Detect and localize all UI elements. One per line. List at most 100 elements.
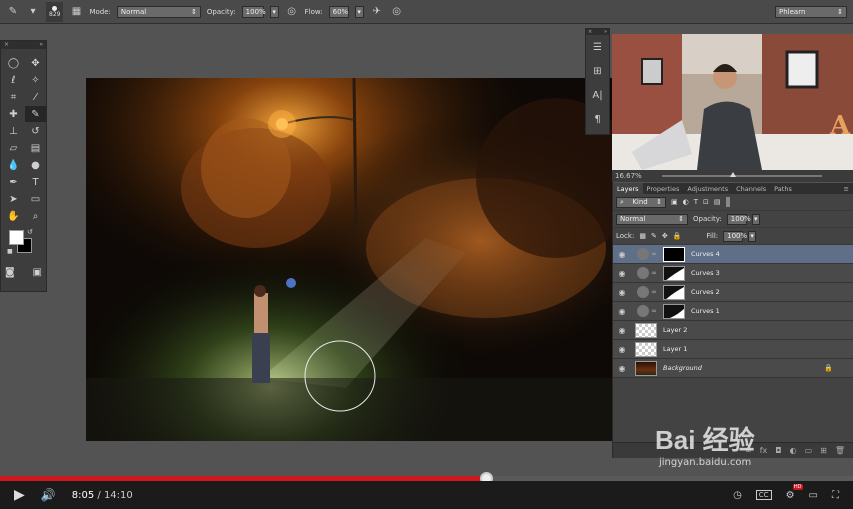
lock-image-icon[interactable]: ✎ <box>651 232 657 240</box>
eye-icon[interactable]: ◉ <box>613 364 631 373</box>
tab-paths[interactable]: Paths <box>770 183 796 194</box>
filter-shape-icon[interactable]: ⊡ <box>703 198 709 206</box>
close-icon[interactable]: × <box>4 41 9 49</box>
pen-tool-icon[interactable]: ✒ <box>3 174 24 190</box>
screen-mode-icon[interactable]: ▣ <box>33 264 42 280</box>
filter-type-icon[interactable]: T <box>694 198 698 206</box>
marquee-tool-icon[interactable]: ◯ <box>3 55 24 71</box>
opacity-dropdown[interactable]: ▾ <box>269 5 279 18</box>
layer-thumbnail[interactable] <box>635 360 657 376</box>
foreground-color-swatch[interactable] <box>9 230 24 245</box>
flow-dropdown[interactable]: ▾ <box>354 5 364 18</box>
layer-row-curves-1[interactable]: ◉ ∞ Curves 1 <box>613 302 853 321</box>
eye-icon[interactable]: ◉ <box>613 288 631 297</box>
layer-thumbnail[interactable] <box>635 322 657 338</box>
layer-opacity-dropdown[interactable]: ▾ <box>751 213 760 225</box>
layer-mask-thumbnail[interactable] <box>663 303 685 319</box>
brush-tool-icon[interactable]: ✎ <box>6 5 20 19</box>
rectangle-tool-icon[interactable]: ▭ <box>25 191 46 207</box>
blur-tool-icon[interactable]: 💧 <box>3 157 24 173</box>
chevron-down-icon[interactable]: ▾ <box>26 5 40 19</box>
link-icon[interactable]: ∞ <box>649 250 659 258</box>
eyedropper-tool-icon[interactable]: ⁄ <box>25 89 46 105</box>
pressure-size-icon[interactable]: ◎ <box>390 5 404 19</box>
layer-mask-thumbnail[interactable] <box>663 265 685 281</box>
hand-tool-icon[interactable]: ✋ <box>3 208 24 224</box>
lasso-tool-icon[interactable]: ℓ <box>3 72 24 88</box>
tab-adjustments[interactable]: Adjustments <box>683 183 732 194</box>
brush-tool-icon[interactable]: ✎ <box>25 106 46 122</box>
filter-adjustment-icon[interactable]: ◐ <box>683 198 689 206</box>
layer-mask-thumbnail[interactable] <box>663 284 685 300</box>
color-swatches[interactable]: ↺ ■ <box>7 228 46 264</box>
adjustments-panel-icon[interactable]: ☰ <box>586 35 609 59</box>
airbrush-icon[interactable]: ✈ <box>370 5 384 19</box>
flow-input[interactable]: 60% <box>328 5 349 18</box>
zoom-slider-handle[interactable] <box>729 172 736 177</box>
play-icon[interactable]: ▶ <box>14 487 25 503</box>
link-icon[interactable]: ∞ <box>649 307 659 315</box>
theater-mode-icon[interactable]: ▭ <box>809 490 818 501</box>
dodge-tool-icon[interactable]: ● <box>25 157 46 173</box>
pressure-opacity-icon[interactable]: ◎ <box>285 5 299 19</box>
layer-row-layer-1[interactable]: ◉ Layer 1 <box>613 340 853 359</box>
tab-layers[interactable]: Layers <box>613 183 643 194</box>
captions-icon[interactable]: CC <box>755 490 772 500</box>
quick-mask-icon[interactable]: ◙ <box>5 264 15 280</box>
collapse-icon[interactable]: « <box>39 41 43 49</box>
filter-toggle-icon[interactable] <box>725 197 730 207</box>
character-panel-icon[interactable]: A| <box>586 83 609 107</box>
default-colors-icon[interactable]: ■ <box>7 248 13 255</box>
path-selection-tool-icon[interactable]: ➤ <box>3 191 24 207</box>
filter-pixel-icon[interactable]: ▣ <box>671 198 678 206</box>
layer-row-background[interactable]: ◉ Background 🔒 <box>613 359 853 378</box>
tab-properties[interactable]: Properties <box>643 183 684 194</box>
filter-kind-select[interactable]: ⌕ Kind ⇕ <box>616 196 666 208</box>
close-icon[interactable]: × <box>588 29 592 35</box>
layer-thumbnail[interactable] <box>635 341 657 357</box>
history-brush-tool-icon[interactable]: ↺ <box>25 123 46 139</box>
crop-tool-icon[interactable]: ⌗ <box>3 89 24 105</box>
panel-menu-icon[interactable]: ≡ <box>840 183 853 194</box>
opacity-input[interactable]: 100% <box>241 5 266 18</box>
settings-gear-icon[interactable]: ⚙ HD <box>786 483 803 501</box>
workspace-select[interactable]: Phlearn ⇕ <box>775 6 847 18</box>
layer-row-layer-2[interactable]: ◉ Layer 2 <box>613 321 853 340</box>
lock-all-icon[interactable]: 🔒 <box>673 232 682 240</box>
eraser-tool-icon[interactable]: ▱ <box>3 140 24 156</box>
link-icon[interactable]: ∞ <box>649 288 659 296</box>
clone-stamp-tool-icon[interactable]: ⊥ <box>3 123 24 139</box>
filter-smart-object-icon[interactable]: ▤ <box>714 198 721 206</box>
tab-channels[interactable]: Channels <box>732 183 770 194</box>
layer-row-curves-3[interactable]: ◉ ∞ Curves 3 <box>613 264 853 283</box>
lock-position-icon[interactable]: ✥ <box>662 232 668 240</box>
layer-row-curves-4[interactable]: ◉ ∞ Curves 4 <box>613 245 853 264</box>
lock-transparent-icon[interactable]: ▦ <box>639 232 646 240</box>
eye-icon[interactable]: ◉ <box>613 307 631 316</box>
collapse-icon[interactable]: » <box>604 29 607 35</box>
eye-icon[interactable]: ◉ <box>613 345 631 354</box>
tools-panel-header[interactable]: × « <box>1 41 46 49</box>
gradient-tool-icon[interactable]: ▤ <box>25 140 46 156</box>
fill-dropdown[interactable]: ▾ <box>748 230 757 242</box>
layer-row-curves-2[interactable]: ◉ ∞ Curves 2 <box>613 283 853 302</box>
layer-opacity-input[interactable]: 100% <box>726 213 751 225</box>
fill-input[interactable]: 100% <box>723 230 747 242</box>
move-tool-icon[interactable]: ✥ <box>25 55 46 71</box>
zoom-tool-icon[interactable]: ⌕ <box>25 208 46 224</box>
swap-colors-icon[interactable]: ↺ <box>27 228 33 236</box>
mode-select[interactable]: Normal ⇕ <box>116 5 201 18</box>
blend-mode-select[interactable]: Normal ⇕ <box>616 213 688 225</box>
brush-panel-toggle-icon[interactable]: ▦ <box>69 5 83 19</box>
eye-icon[interactable]: ◉ <box>613 326 631 335</box>
brush-preset-picker[interactable]: 829 <box>46 1 64 22</box>
layer-mask-thumbnail[interactable] <box>663 246 685 262</box>
paragraph-panel-icon[interactable]: ¶ <box>586 107 609 131</box>
volume-icon[interactable]: 🔊 <box>41 488 56 502</box>
watch-later-icon[interactable]: ◷ <box>733 490 742 501</box>
tool-presets-icon[interactable]: ⊞ <box>586 59 609 83</box>
magic-wand-tool-icon[interactable]: ✧ <box>25 72 46 88</box>
eye-icon[interactable]: ◉ <box>613 250 631 259</box>
zoom-slider[interactable] <box>661 172 822 177</box>
type-tool-icon[interactable]: T <box>25 174 46 190</box>
